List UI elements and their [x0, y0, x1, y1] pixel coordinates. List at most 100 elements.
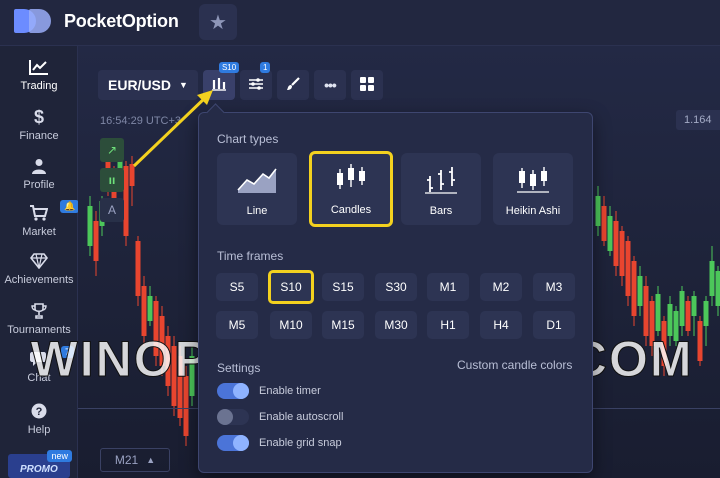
chart-toolbar: EUR/USD ▼ S10 1 ••• — [98, 62, 383, 100]
candle-body — [625, 241, 631, 296]
toggle-row-autoscroll: Enable autoscroll — [217, 409, 343, 425]
more-icon: ••• — [324, 77, 337, 93]
sidebar-item-achievements[interactable]: Achievements — [0, 250, 78, 296]
timeframe-option[interactable]: M1 — [427, 273, 469, 301]
market-notification-badge: 🔔 — [60, 200, 80, 213]
logo-mark-icon — [14, 8, 56, 34]
sidebar-item-market[interactable]: Market 🔔 — [0, 200, 80, 248]
asset-selector[interactable]: EUR/USD ▼ — [98, 70, 198, 100]
candle-body — [685, 301, 691, 331]
enable-grid-snap-toggle[interactable] — [217, 435, 249, 451]
timeframe-option[interactable]: S5 — [216, 273, 258, 301]
trophy-icon — [31, 300, 47, 322]
sidebar-item-label: Profile — [23, 179, 55, 191]
candle-body — [655, 294, 661, 331]
current-time: 16:54:29 UTC+3 — [100, 115, 182, 127]
timeframe-option[interactable]: H4 — [480, 311, 522, 339]
timeframe-option[interactable]: M10 — [270, 311, 312, 339]
chart-type-button[interactable]: S10 — [202, 62, 240, 100]
promo-new-badge: new — [47, 450, 72, 462]
promo-banner[interactable]: PROMO new — [8, 450, 72, 478]
timeframe-option[interactable]: S10 — [268, 270, 314, 304]
sliders-icon — [248, 77, 264, 94]
pause-tool-button[interactable]: ıı — [100, 168, 124, 192]
indicators-button[interactable]: 1 — [239, 62, 272, 100]
candle-body — [93, 221, 99, 261]
timeframe-option[interactable]: M2 — [480, 273, 522, 301]
cart-icon — [30, 202, 48, 224]
sidebar: Trading $ Finance Profile Market 🔔 Achie… — [0, 46, 80, 478]
candle-body — [141, 286, 147, 336]
timeframe-selector[interactable]: M21 ▲ — [100, 448, 170, 472]
timeframe-option[interactable]: D1 — [533, 311, 575, 339]
chart-type-heikin-ashi[interactable]: Heikin Ashi — [493, 153, 573, 225]
svg-text:?: ? — [36, 406, 43, 418]
chart-type-line[interactable]: Line — [217, 153, 297, 225]
candle-body — [601, 206, 607, 241]
timeframe-option[interactable]: M15 — [322, 311, 364, 339]
timeframe-option[interactable]: S15 — [322, 273, 364, 301]
chart-type-label: Bars — [429, 205, 453, 217]
user-icon — [32, 155, 46, 177]
chart-settings-popup: Chart types Line Candles Bars Heikin Ash… — [198, 112, 593, 473]
custom-candle-colors-link[interactable]: Custom candle colors — [457, 358, 572, 372]
help-icon: ? — [31, 400, 47, 422]
chart-type-bars[interactable]: Bars — [401, 153, 481, 225]
timeframe-option[interactable]: M3 — [533, 273, 575, 301]
trend-tool-button[interactable]: ↗ — [100, 138, 124, 162]
star-icon: ★ — [209, 11, 227, 34]
candle-body — [87, 206, 93, 246]
candle-body — [129, 164, 135, 186]
logo[interactable]: PocketOption — [14, 8, 179, 34]
left-tools: ↗ ıı A — [100, 138, 124, 228]
candle-body — [613, 221, 619, 266]
toggle-row-grid-snap: Enable grid snap — [217, 435, 342, 451]
candle-body — [643, 286, 649, 336]
candle-body — [691, 296, 697, 316]
sidebar-item-label: Help — [27, 424, 51, 436]
enable-autoscroll-toggle[interactable] — [217, 409, 249, 425]
candle-body — [631, 261, 637, 316]
candle-body — [147, 296, 153, 321]
candles-icon — [334, 163, 368, 198]
sidebar-item-label: Trading — [20, 80, 58, 92]
sidebar-item-help[interactable]: ? Help — [0, 400, 78, 446]
timeframe-badge: S10 — [218, 62, 240, 73]
sidebar-item-finance[interactable]: $ Finance — [0, 106, 78, 152]
more-button[interactable]: ••• — [313, 70, 346, 100]
drawings-button[interactable] — [276, 70, 309, 100]
grid-layout-icon — [359, 76, 375, 95]
time-frames-title: Time frames — [217, 249, 284, 263]
dollar-icon: $ — [33, 106, 44, 127]
chart-type-label: Candles — [330, 204, 372, 216]
chart-type-label: Heikin Ashi — [505, 205, 561, 217]
chart-type-label: Line — [246, 205, 268, 217]
timeframe-option[interactable]: S30 — [375, 273, 417, 301]
sidebar-item-trading[interactable]: Trading — [0, 56, 78, 102]
candle-body — [619, 231, 625, 276]
chart-line-icon — [29, 56, 49, 78]
enable-timer-toggle[interactable] — [217, 383, 249, 399]
toggle-row-timer: Enable timer — [217, 383, 321, 399]
heikin-ashi-icon — [516, 166, 550, 199]
timeframe-option[interactable]: H1 — [427, 311, 469, 339]
favorites-button[interactable]: ★ — [199, 4, 237, 40]
text-tool-label: A — [107, 203, 116, 217]
brand-name: PocketOption — [64, 10, 179, 31]
chevron-up-icon: ▲ — [146, 455, 156, 465]
sidebar-item-label: Market — [22, 226, 56, 238]
chart-types-title: Chart types — [217, 132, 279, 146]
pause-icon: ıı — [108, 173, 116, 187]
text-tool-button[interactable]: A — [100, 198, 124, 222]
candle-body — [607, 216, 613, 251]
timeframe-option[interactable]: M5 — [216, 311, 258, 339]
layout-button[interactable] — [350, 70, 383, 100]
toggle-label: Enable grid snap — [259, 437, 342, 449]
price-label: 1.164 — [676, 110, 720, 130]
timeframe-option[interactable]: M30 — [375, 311, 417, 339]
candle-body — [679, 291, 685, 326]
sidebar-item-profile[interactable]: Profile — [0, 155, 78, 201]
chart-type-candles[interactable]: Candles — [309, 151, 393, 227]
toggle-label: Enable autoscroll — [259, 411, 344, 423]
candle-body — [703, 301, 709, 326]
